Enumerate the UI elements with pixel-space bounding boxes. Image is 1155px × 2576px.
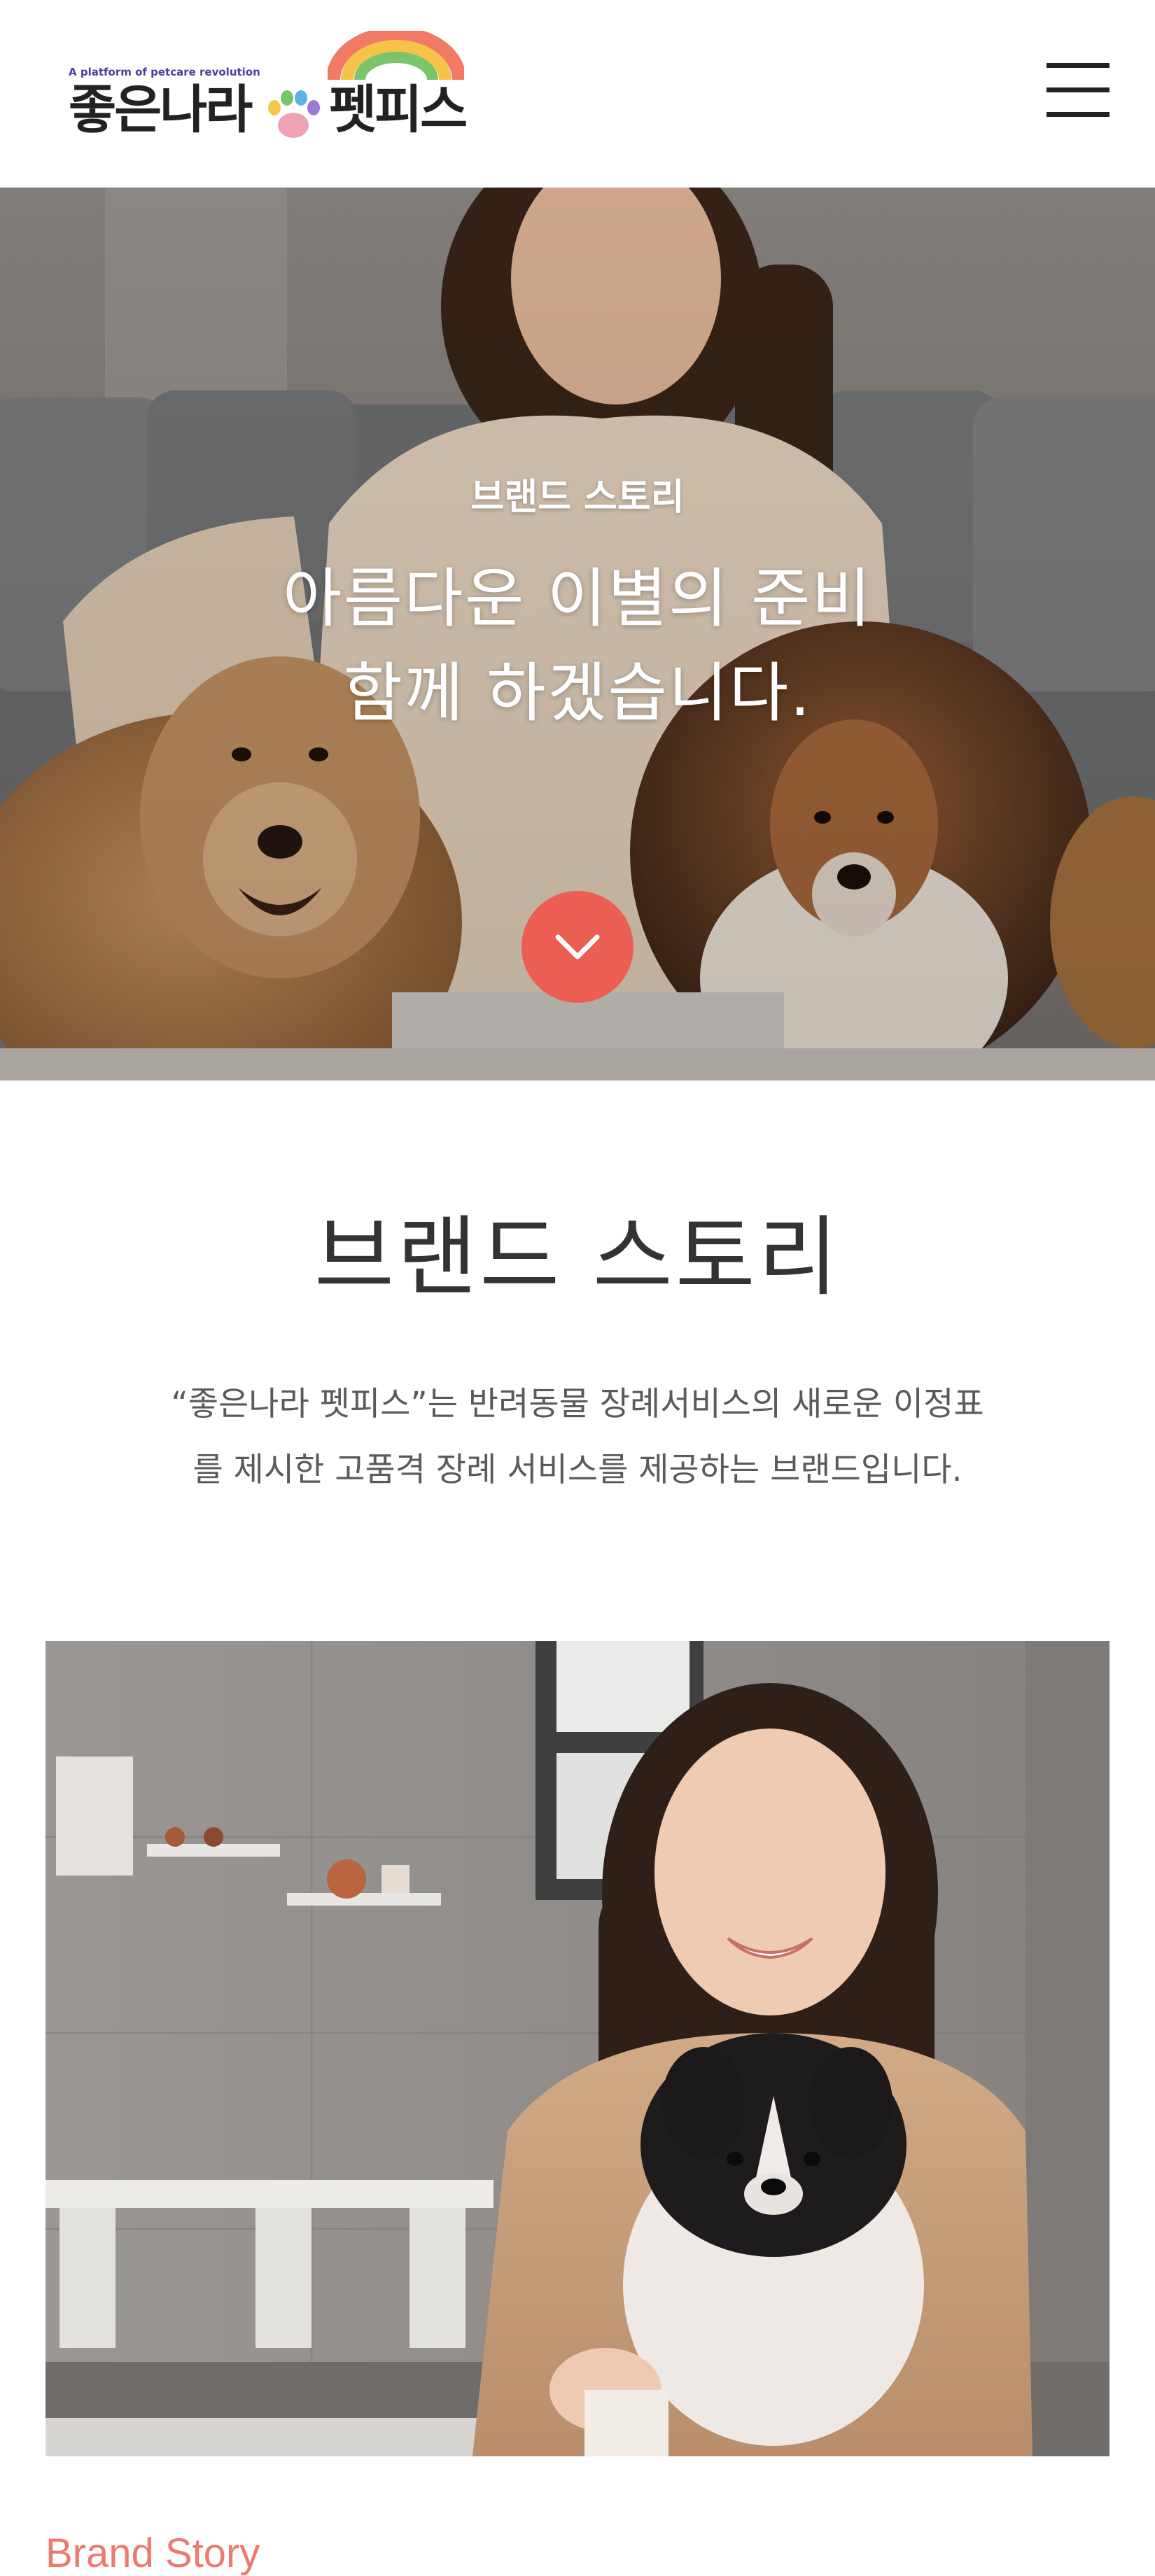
logo-name-right: 펫피스 [329,80,468,140]
scroll-down-button[interactable] [522,891,634,1003]
paw-icon [268,90,320,138]
hero-title-line: 아름다운 이별의 준비 [282,561,873,636]
menu-button[interactable] [1043,59,1113,122]
logo-name-left: 좋은나라 [69,80,253,140]
brand-story-label: Brand Story [46,2531,260,2576]
hero-title: 아름다운 이별의 준비 함께 하겠습니다. [0,551,1155,740]
description-line: 를 제시한 고품격 장례 서비스를 제공하는 브랜드입니다. [192,1451,962,1489]
hero-banner: 브랜드 스토리 아름다운 이별의 준비 함께 하겠습니다. [0,188,1155,1081]
site-header: A platform of petcare revolution 좋은나라 펫피… [0,0,1155,188]
section-title: 브랜드 스토리 [314,1207,841,1308]
section-description: “좋은나라 펫피스”는 반려동물 장례서비스의 새로운 이정표 를 제시한 고품… [70,1372,1085,1503]
hero-title-line: 함께 하겠습니다. [343,656,812,731]
logo-tagline: A platform of petcare revolution [69,66,260,78]
description-line: “좋은나라 펫피스”는 반려동물 장례서비스의 새로운 이정표 [171,1385,984,1423]
brand-story-photo [46,1641,1110,2456]
rainbow-icon [328,31,464,80]
woman-with-dog-photo [46,1641,1110,2456]
hero-kicker: 브랜드 스토리 [470,477,685,519]
chevron-down-icon [555,934,600,959]
logo[interactable]: A platform of petcare revolution 좋은나라 펫피… [69,31,475,150]
